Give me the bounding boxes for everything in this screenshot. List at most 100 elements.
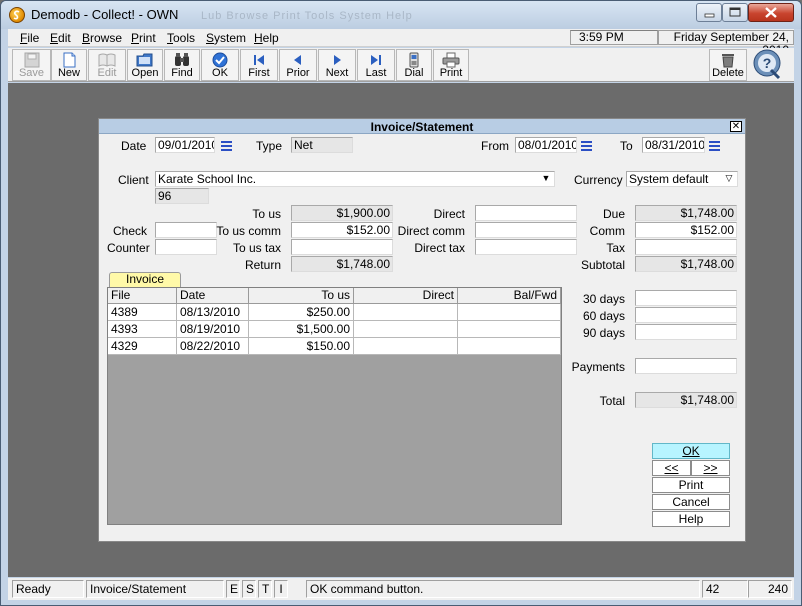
cell-date[interactable]: 08/22/2010 bbox=[177, 338, 249, 355]
due-field: $1,748.00 bbox=[635, 205, 737, 221]
dialog-ok-button[interactable]: OK bbox=[652, 443, 730, 459]
cell-to-us[interactable]: $150.00 bbox=[249, 338, 354, 355]
first-button[interactable]: First bbox=[240, 49, 278, 81]
to-us-tax-field[interactable] bbox=[291, 239, 393, 255]
date-picker-icon[interactable] bbox=[221, 141, 232, 151]
currency-label: Currency bbox=[574, 173, 623, 187]
cell-date[interactable]: 08/19/2010 bbox=[177, 321, 249, 338]
tab-invoice-lines[interactable]: Invoice Lines bbox=[109, 272, 181, 299]
save-button[interactable]: Save bbox=[12, 49, 51, 81]
dialog-title-bar: Invoice/Statement ✕ bbox=[99, 119, 745, 134]
binoculars-icon bbox=[175, 53, 189, 66]
menu-tools[interactable]: Tools bbox=[167, 31, 195, 45]
cell-direct[interactable] bbox=[354, 321, 458, 338]
to-date-picker-icon[interactable] bbox=[709, 141, 720, 151]
dialog-cancel-button[interactable]: Cancel bbox=[652, 494, 730, 510]
title-ghost-text: Lub Browse Print Tools System Help bbox=[201, 10, 413, 22]
previous-record-button[interactable]: << bbox=[652, 460, 691, 476]
30-days-label: 30 days bbox=[582, 292, 625, 306]
cell-file[interactable]: 4393 bbox=[108, 321, 177, 338]
currency-dropdown-icon[interactable]: ▽ bbox=[723, 173, 735, 185]
check-field[interactable] bbox=[155, 222, 217, 238]
cell-direct[interactable] bbox=[354, 338, 458, 355]
tax-field[interactable] bbox=[635, 239, 737, 255]
cell-to-us[interactable]: $1,500.00 bbox=[249, 321, 354, 338]
status-count-2: 240 bbox=[748, 580, 792, 598]
30-days-field[interactable] bbox=[635, 290, 737, 306]
app-logo-icon bbox=[9, 7, 25, 23]
payments-field[interactable] bbox=[635, 358, 737, 374]
first-record-icon bbox=[254, 55, 264, 65]
minimize-button[interactable] bbox=[696, 3, 722, 22]
last-button[interactable]: Last bbox=[357, 49, 395, 81]
60-days-field[interactable] bbox=[635, 307, 737, 323]
direct-comm-field[interactable] bbox=[475, 222, 577, 238]
90-days-label: 90 days bbox=[582, 326, 625, 340]
find-button[interactable]: Find bbox=[164, 49, 200, 81]
dialog-print-button[interactable]: Print bbox=[652, 477, 730, 493]
column-header-bal-fwd[interactable]: Bal/Fwd bbox=[458, 288, 561, 304]
currency-select[interactable]: System default bbox=[626, 171, 738, 187]
column-header-file[interactable]: File bbox=[108, 288, 177, 304]
to-date-field[interactable]: 08/31/2010 bbox=[642, 137, 705, 153]
column-header-direct[interactable]: Direct bbox=[354, 288, 458, 304]
table-row[interactable]: 4389 08/13/2010 $250.00 bbox=[108, 304, 561, 321]
cell-bal-fwd[interactable] bbox=[458, 304, 561, 321]
client-label: Client bbox=[118, 173, 149, 187]
print-button[interactable]: Print bbox=[433, 49, 469, 81]
invoice-lines-grid[interactable]: File Date To us Direct Bal/Fwd 4389 08/1… bbox=[107, 287, 562, 525]
column-header-to-us[interactable]: To us bbox=[249, 288, 354, 304]
client-dropdown-icon[interactable]: ▼ bbox=[539, 173, 553, 185]
new-button[interactable]: New bbox=[51, 49, 87, 81]
date-field[interactable]: 09/01/2010 bbox=[155, 137, 215, 153]
cell-to-us[interactable]: $250.00 bbox=[249, 304, 354, 321]
cell-file[interactable]: 4389 bbox=[108, 304, 177, 321]
prior-button[interactable]: Prior bbox=[279, 49, 317, 81]
printer-icon bbox=[442, 52, 460, 68]
table-row[interactable]: 4393 08/19/2010 $1,500.00 bbox=[108, 321, 561, 338]
counter-field[interactable] bbox=[155, 239, 217, 255]
client-id-field: 96 bbox=[155, 188, 209, 204]
menu-bar: File Edit Browse Print Tools System Help… bbox=[8, 29, 794, 57]
comm-field[interactable]: $152.00 bbox=[635, 222, 737, 238]
menu-system[interactable]: System bbox=[206, 31, 246, 45]
grid-header-row: File Date To us Direct Bal/Fwd bbox=[108, 288, 561, 304]
menu-help[interactable]: Help bbox=[254, 31, 279, 45]
type-label: Type bbox=[256, 139, 283, 153]
maximize-button[interactable] bbox=[722, 3, 748, 22]
dialog-close-button[interactable]: ✕ bbox=[730, 121, 742, 132]
trash-icon bbox=[722, 54, 734, 68]
cell-file[interactable]: 4329 bbox=[108, 338, 177, 355]
from-date-field[interactable]: 08/01/2010 bbox=[515, 137, 577, 153]
open-button[interactable]: Open bbox=[127, 49, 163, 81]
direct-tax-field[interactable] bbox=[475, 239, 577, 255]
direct-field[interactable] bbox=[475, 205, 577, 221]
edit-button[interactable]: Edit bbox=[88, 49, 126, 81]
cell-direct[interactable] bbox=[354, 304, 458, 321]
table-row[interactable]: 4329 08/22/2010 $150.00 bbox=[108, 338, 561, 355]
column-header-date[interactable]: Date bbox=[177, 288, 249, 304]
client-select[interactable]: Karate School Inc. bbox=[155, 171, 555, 187]
to-us-label: To us bbox=[252, 207, 281, 221]
dial-button[interactable]: Dial bbox=[396, 49, 432, 81]
cell-bal-fwd[interactable] bbox=[458, 338, 561, 355]
close-button[interactable] bbox=[748, 3, 794, 22]
menu-edit[interactable]: Edit bbox=[50, 31, 71, 45]
90-days-field[interactable] bbox=[635, 324, 737, 340]
delete-button[interactable]: Delete bbox=[709, 49, 747, 81]
to-us-comm-field[interactable]: $152.00 bbox=[291, 222, 393, 238]
cell-bal-fwd[interactable] bbox=[458, 321, 561, 338]
help-button[interactable]: ? bbox=[749, 48, 785, 82]
next-button[interactable]: Next bbox=[318, 49, 356, 81]
to-us-tax-label: To us tax bbox=[232, 241, 281, 255]
menu-print[interactable]: Print bbox=[131, 31, 156, 45]
dialog-help-button[interactable]: Help bbox=[652, 511, 730, 527]
to-us-field: $1,900.00 bbox=[291, 205, 393, 221]
next-record-button[interactable]: >> bbox=[691, 460, 730, 476]
menu-browse[interactable]: Browse bbox=[82, 31, 122, 45]
cell-date[interactable]: 08/13/2010 bbox=[177, 304, 249, 321]
from-date-picker-icon[interactable] bbox=[581, 141, 592, 151]
ok-button[interactable]: OK bbox=[201, 49, 239, 81]
menu-file[interactable]: File bbox=[20, 31, 39, 45]
to-label: To bbox=[620, 139, 633, 153]
